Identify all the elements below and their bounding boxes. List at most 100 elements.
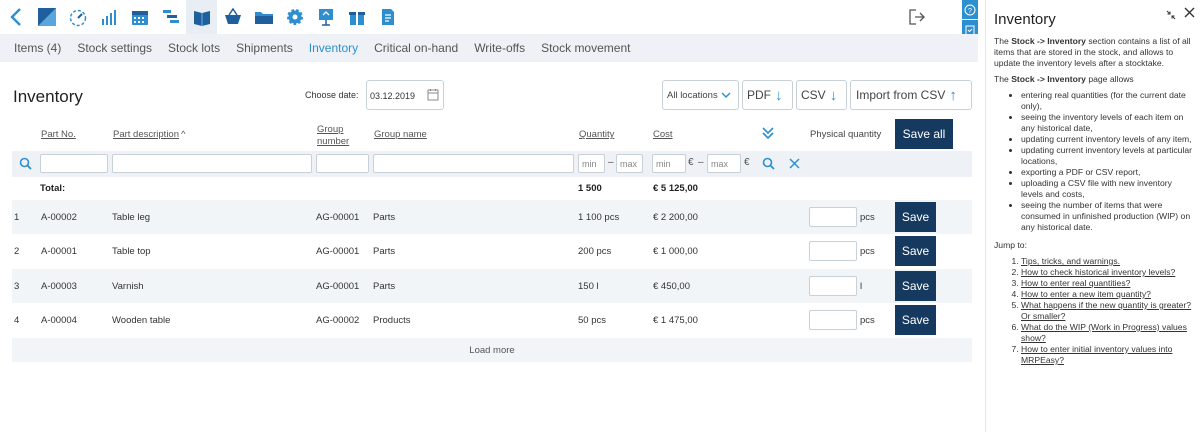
col-part-no[interactable]: Part No.: [41, 129, 76, 140]
group-name-cell: Products: [373, 315, 411, 326]
expand-columns-icon[interactable]: [761, 126, 775, 145]
help-link-item[interactable]: How to enter a new item quantity?: [1021, 289, 1192, 300]
tab-1[interactable]: Stock settings: [77, 41, 152, 55]
help-link-item[interactable]: What happens if the new quantity is grea…: [1021, 300, 1192, 322]
part-no-cell: A-00003: [41, 281, 77, 292]
tab-0[interactable]: Items (4): [14, 41, 61, 55]
total-cost: € 5 125,00: [653, 183, 698, 194]
folder-icon[interactable]: [248, 0, 279, 34]
dashboard-icon[interactable]: [31, 0, 62, 34]
calendar-small-icon[interactable]: [427, 88, 439, 103]
col-group-name[interactable]: Group name: [374, 129, 427, 140]
help-bullet-item: updating current inventory levels at par…: [1021, 145, 1192, 167]
date-value: 03.12.2019: [370, 91, 416, 101]
help-link-item[interactable]: Tips, tricks, and warnings.: [1021, 256, 1192, 267]
col-cost[interactable]: Cost: [653, 129, 673, 140]
help-link-item[interactable]: How to check historical inventory levels…: [1021, 267, 1192, 278]
group-number-cell: AG-00002: [316, 315, 360, 326]
tab-4[interactable]: Inventory: [309, 41, 358, 55]
help-icon[interactable]: ?: [962, 0, 978, 19]
stats-icon[interactable]: [93, 0, 124, 34]
filter-quantity-max[interactable]: max: [616, 154, 643, 173]
save-row-button[interactable]: Save: [895, 202, 936, 232]
upload-arrow-icon: ↑: [949, 86, 957, 104]
col-group-number[interactable]: Group number: [317, 124, 349, 148]
part-description-cell: Varnish: [112, 281, 144, 292]
gantt-icon[interactable]: [155, 0, 186, 34]
search-icon[interactable]: [762, 157, 775, 175]
quantity-cell: 50 pcs: [578, 315, 606, 326]
row-number: 3: [14, 281, 20, 292]
save-row-button[interactable]: Save: [895, 271, 936, 301]
unit-label: pcs: [860, 212, 875, 223]
currency-symbol: €: [688, 157, 694, 168]
filter-quantity-min[interactable]: min: [578, 154, 605, 173]
total-quantity: 1 500: [578, 183, 602, 194]
back-icon[interactable]: [0, 0, 31, 34]
filter-cost-max[interactable]: max: [707, 154, 741, 173]
part-no-cell: A-00002: [41, 212, 77, 223]
filter-group-name[interactable]: [373, 154, 574, 173]
unit-label: pcs: [860, 315, 875, 326]
group-number-cell: AG-00001: [316, 246, 360, 257]
presentation-icon[interactable]: [310, 0, 341, 34]
table-row: 4 A-00004 Wooden table AG-00002 Products 50 p…: [12, 303, 972, 337]
part-description-cell: Table top: [112, 246, 151, 257]
help-bullet-item: updating current inventory levels of any…: [1021, 134, 1192, 145]
row-number: 2: [14, 246, 20, 257]
tab-5[interactable]: Critical on-hand: [374, 41, 458, 55]
calendar-icon[interactable]: [124, 0, 155, 34]
save-row-button[interactable]: Save: [895, 236, 936, 266]
filter-group-number[interactable]: [316, 154, 369, 173]
basket-icon[interactable]: [217, 0, 248, 34]
help-allows-part: page allows: [1085, 74, 1134, 84]
gauge-icon[interactable]: [62, 0, 93, 34]
minimize-icon[interactable]: [1166, 8, 1176, 23]
filter-part-description[interactable]: [112, 154, 312, 173]
help-title: Inventory: [994, 11, 1056, 28]
sort-asc-icon: ^: [181, 129, 186, 140]
gift-icon[interactable]: [341, 0, 372, 34]
tab-6[interactable]: Write-offs: [474, 41, 525, 55]
row-number: 1: [14, 212, 20, 223]
col-group-number-line1: Group: [317, 124, 344, 135]
svg-text:?: ?: [968, 8, 972, 15]
filter-cost-min[interactable]: min: [652, 154, 686, 173]
document-icon[interactable]: [372, 0, 403, 34]
save-row-button[interactable]: Save: [895, 305, 936, 335]
clear-filter-icon[interactable]: [788, 157, 801, 175]
close-icon[interactable]: [1184, 6, 1195, 21]
help-link-item[interactable]: How to enter real quantities?: [1021, 278, 1192, 289]
filter-part-no[interactable]: [40, 154, 108, 173]
locations-select[interactable]: All locations: [662, 80, 739, 110]
physical-quantity-input[interactable]: [809, 276, 857, 296]
quantity-cell: 150 l: [578, 281, 599, 292]
import-csv-button[interactable]: Import from CSV ↑: [850, 80, 972, 110]
save-all-button[interactable]: Save all: [895, 119, 953, 149]
help-link-item[interactable]: How to enter initial inventory values in…: [1021, 344, 1192, 366]
physical-quantity-input[interactable]: [809, 207, 857, 227]
help-link-item[interactable]: What do the WIP (Work in Progress) value…: [1021, 322, 1192, 344]
physical-quantity-input[interactable]: [809, 310, 857, 330]
help-intro: The Stock -> Inventory section contains …: [994, 36, 1192, 69]
pdf-export-button[interactable]: PDF ↓: [742, 80, 793, 110]
currency-symbol: €: [744, 157, 750, 168]
col-part-description[interactable]: Part description ^: [113, 129, 185, 140]
physical-quantity-input[interactable]: [809, 241, 857, 261]
tab-7[interactable]: Stock movement: [541, 41, 630, 55]
part-description-cell: Wooden table: [112, 315, 171, 326]
search-icon[interactable]: [19, 157, 32, 175]
logout-icon[interactable]: [904, 5, 930, 29]
date-input[interactable]: 03.12.2019: [366, 80, 444, 110]
range-dash: –: [608, 157, 614, 168]
table-row: 2 A-00001 Table top AG-00001 Parts 200 pcs € 1…: [12, 234, 972, 268]
part-no-cell: A-00004: [41, 315, 77, 326]
load-more-button[interactable]: Load more: [12, 338, 972, 362]
tab-2[interactable]: Stock lots: [168, 41, 220, 55]
help-intro-part: The: [994, 36, 1012, 46]
col-quantity[interactable]: Quantity: [579, 129, 614, 140]
tab-3[interactable]: Shipments: [236, 41, 293, 55]
csv-export-button[interactable]: CSV ↓: [796, 80, 847, 110]
stock-book-icon[interactable]: [186, 0, 217, 34]
gear-icon[interactable]: [279, 0, 310, 34]
